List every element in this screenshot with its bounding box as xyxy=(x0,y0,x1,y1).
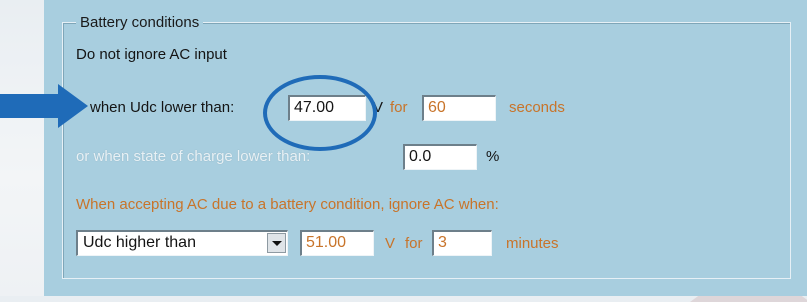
udc-lower-label: when Udc lower than: xyxy=(90,99,235,116)
soc-lower-unit: % xyxy=(486,148,500,165)
soc-lower-input[interactable]: 0.0 xyxy=(403,144,477,170)
soc-lower-label: or when state of charge lower than: xyxy=(76,148,311,165)
highlight-circle xyxy=(263,75,377,151)
accept-duration-input[interactable]: 3 xyxy=(432,230,492,256)
accept-for-label: for xyxy=(405,235,423,252)
chevron-down-icon[interactable] xyxy=(267,233,286,253)
condition-select[interactable]: Udc higher than xyxy=(76,230,288,256)
accept-udc-unit: V xyxy=(385,235,396,252)
group-title: Battery conditions xyxy=(76,14,204,31)
accept-udc-input[interactable]: 51.00 xyxy=(300,230,374,256)
udc-duration-input[interactable]: 60 xyxy=(422,95,496,121)
section-label-do-not-ignore: Do not ignore AC input xyxy=(76,46,227,63)
accept-duration-unit: minutes xyxy=(506,235,559,252)
udc-for-label: for xyxy=(390,99,408,116)
pointer-arrow-icon xyxy=(0,84,88,128)
udc-duration-unit: seconds xyxy=(509,99,565,116)
condition-select-value: Udc higher than xyxy=(83,234,196,251)
accept-ac-label: When accepting AC due to a battery condi… xyxy=(76,196,499,213)
